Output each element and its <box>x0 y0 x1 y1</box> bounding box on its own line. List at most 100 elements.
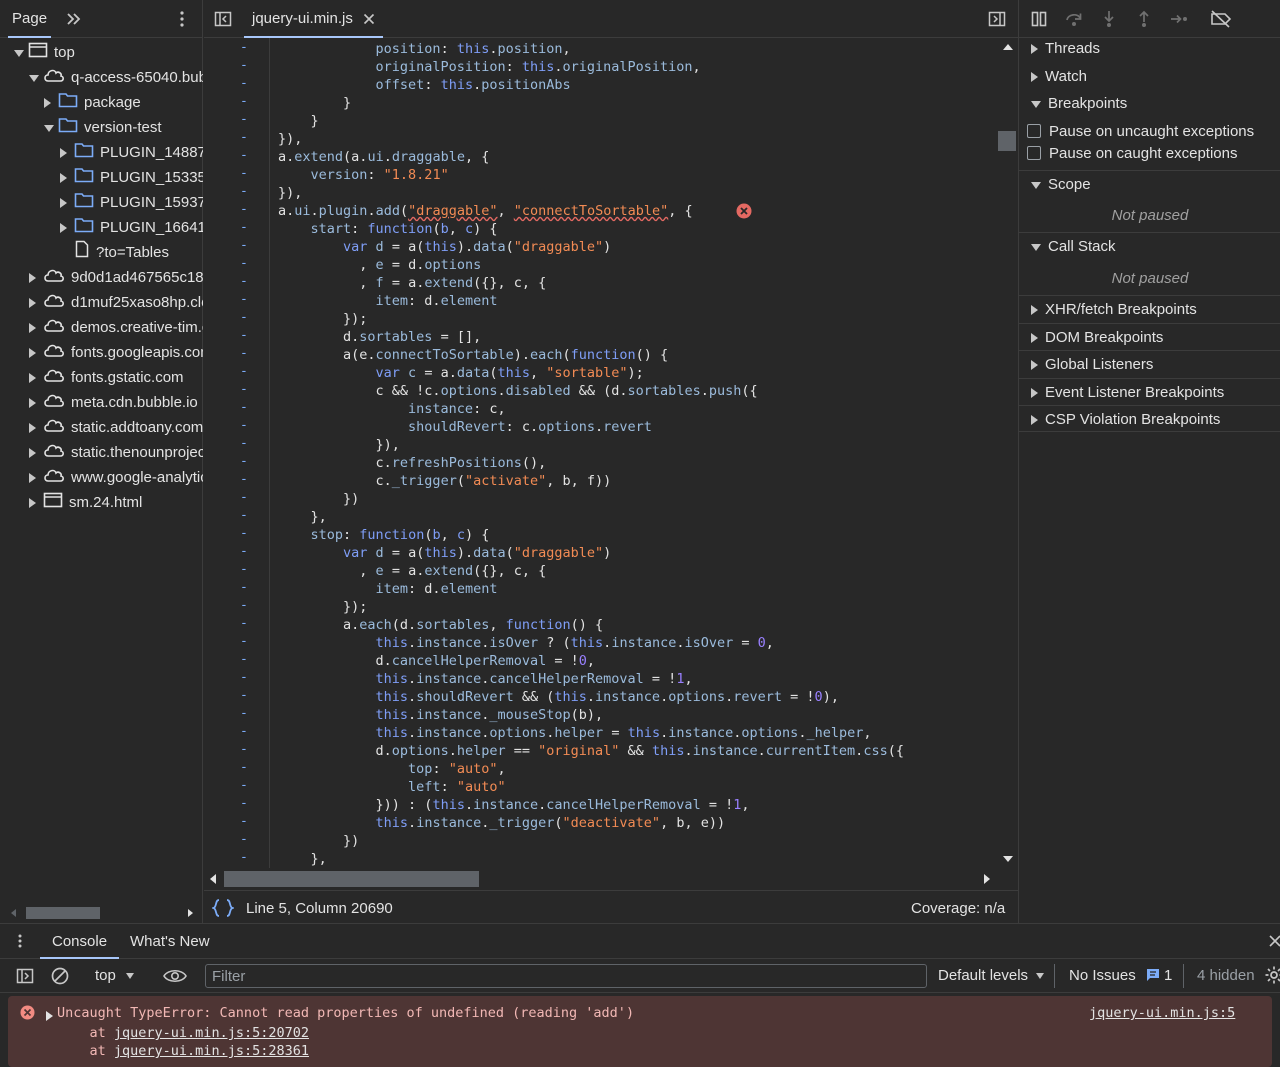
section-threads[interactable]: Threads <box>1019 35 1280 62</box>
line-number[interactable]: - <box>240 130 252 145</box>
line-number[interactable]: - <box>240 562 252 577</box>
close-drawer-icon[interactable] <box>1268 934 1280 948</box>
section-breakpoints[interactable]: Breakpoints <box>1019 90 1280 117</box>
line-number[interactable]: - <box>240 58 252 73</box>
line-number[interactable]: - <box>240 796 252 811</box>
expand-error-arrow-icon[interactable] <box>46 1008 53 1024</box>
error-marker-icon[interactable] <box>736 203 752 219</box>
tree-item[interactable]: PLUGIN_159370 <box>0 190 203 215</box>
line-number[interactable]: - <box>240 310 252 325</box>
line-number[interactable]: - <box>240 184 252 199</box>
line-number[interactable]: - <box>240 328 252 343</box>
toggle-debugger-icon[interactable] <box>987 9 1007 29</box>
tree-item[interactable]: static.addtoany.com <box>0 415 203 440</box>
tree-item[interactable]: PLUGIN_166416 <box>0 215 203 240</box>
line-number[interactable]: - <box>240 724 252 739</box>
editor-vertical-scrollbar[interactable] <box>998 38 1018 868</box>
console-filter-input[interactable]: Filter <box>205 964 927 988</box>
expand-arrow-icon[interactable] <box>29 340 43 365</box>
toggle-navigator-icon[interactable] <box>213 9 233 29</box>
section-csp-violation-breakpoints[interactable]: CSP Violation Breakpoints <box>1019 405 1280 432</box>
line-number[interactable]: - <box>240 580 252 595</box>
pause-caught-checkbox[interactable]: Pause on caught exceptions <box>1027 143 1237 165</box>
collapse-arrow-icon[interactable] <box>44 115 58 140</box>
expand-arrow-icon[interactable] <box>60 190 74 215</box>
tree-item[interactable]: PLUGIN_153356 <box>0 165 203 190</box>
tree-item[interactable]: q-access-65040.bubbleapps.io <box>0 65 203 90</box>
tree-item[interactable]: PLUGIN_148879 <box>0 140 203 165</box>
tree-item[interactable]: static.thenounproject.com <box>0 440 203 465</box>
step-out-icon[interactable] <box>1134 9 1154 29</box>
code-editor[interactable]: - - - - - - - - - - - - - - - - - - - - - - - - - - - - - - - - - - - - - - - -… <box>204 38 998 868</box>
collapse-arrow-icon[interactable] <box>29 65 43 90</box>
line-number[interactable]: - <box>240 850 252 865</box>
line-number[interactable]: - <box>240 652 252 667</box>
line-number[interactable]: - <box>240 418 252 433</box>
error-source-link[interactable]: jquery-ui.min.js:5 <box>1089 1005 1235 1021</box>
line-number[interactable]: - <box>240 598 252 613</box>
pretty-print-icon[interactable] <box>210 898 236 918</box>
log-levels-dropdown[interactable]: Default levels <box>938 967 1045 984</box>
section-scope[interactable]: Scope <box>1019 170 1280 197</box>
step-into-icon[interactable] <box>1099 9 1119 29</box>
pause-uncaught-checkbox[interactable]: Pause on uncaught exceptions <box>1027 121 1254 143</box>
line-number[interactable]: - <box>240 166 252 181</box>
tab-page[interactable]: Page <box>8 0 52 38</box>
line-number[interactable]: - <box>240 814 252 829</box>
line-number[interactable]: - <box>240 364 252 379</box>
tree-item[interactable]: 9d0d1ad467565c18 <box>0 265 203 290</box>
line-number[interactable]: - <box>240 346 252 361</box>
console-sidebar-icon[interactable] <box>15 966 35 986</box>
expand-arrow-icon[interactable] <box>29 490 43 515</box>
line-number[interactable]: - <box>240 76 252 91</box>
tree-item[interactable]: meta.cdn.bubble.io <box>0 390 203 415</box>
editor-horizontal-scrollbar[interactable] <box>204 868 998 890</box>
tab-whats-new[interactable]: What's New <box>130 924 210 959</box>
line-number[interactable]: - <box>240 274 252 289</box>
section-dom-breakpoints[interactable]: DOM Breakpoints <box>1019 323 1280 350</box>
line-number[interactable]: - <box>240 778 252 793</box>
line-number[interactable]: - <box>240 688 252 703</box>
navigator-horizontal-scrollbar[interactable] <box>0 904 203 922</box>
line-number[interactable]: - <box>240 742 252 757</box>
expand-arrow-icon[interactable] <box>29 365 43 390</box>
drawer-menu-icon[interactable] <box>12 933 28 949</box>
expand-arrow-icon[interactable] <box>29 265 43 290</box>
tree-item[interactable]: ?to=Tables <box>0 240 203 265</box>
line-number[interactable]: - <box>240 706 252 721</box>
line-number[interactable]: - <box>240 94 252 109</box>
line-number[interactable]: - <box>240 112 252 127</box>
pause-resume-icon[interactable] <box>1029 9 1049 29</box>
deactivate-breakpoints-icon[interactable] <box>1209 9 1233 29</box>
step-icon[interactable] <box>1169 9 1189 29</box>
section-watch[interactable]: Watch <box>1019 63 1280 90</box>
line-gutter[interactable]: - - - - - - - - - - - - - - - - - - - - - - - - - - - - - - - - - - - - - - - -… <box>204 38 270 868</box>
line-number[interactable]: - <box>240 634 252 649</box>
line-number[interactable]: - <box>240 526 252 541</box>
stack-frame-2-link[interactable]: jquery-ui.min.js:5:28361 <box>114 1043 309 1059</box>
expand-arrow-icon[interactable] <box>60 165 74 190</box>
section-global-listeners[interactable]: Global Listeners <box>1019 350 1280 377</box>
tree-item[interactable]: fonts.gstatic.com <box>0 365 203 390</box>
tree-item[interactable]: demos.creative-tim.com <box>0 315 203 340</box>
checkbox-icon[interactable] <box>1027 146 1041 160</box>
section-event-listener-breakpoints[interactable]: Event Listener Breakpoints <box>1019 378 1280 405</box>
collapse-arrow-icon[interactable] <box>14 40 28 65</box>
line-number[interactable]: - <box>240 148 252 163</box>
line-number[interactable]: - <box>240 454 252 469</box>
checkbox-icon[interactable] <box>1027 124 1041 138</box>
expand-arrow-icon[interactable] <box>29 415 43 440</box>
tab-jquery-ui-min-js[interactable]: jquery-ui.min.js <box>244 0 384 38</box>
expand-arrow-icon[interactable] <box>29 440 43 465</box>
expand-arrow-icon[interactable] <box>44 90 58 115</box>
line-number[interactable]: - <box>240 490 252 505</box>
line-number[interactable]: - <box>240 238 252 253</box>
line-number[interactable]: - <box>240 220 252 235</box>
section-call-stack[interactable]: Call Stack <box>1019 232 1280 259</box>
line-number[interactable]: - <box>240 292 252 307</box>
console-error-message[interactable]: Uncaught TypeError: Cannot read properti… <box>8 996 1272 1067</box>
expand-arrow-icon[interactable] <box>29 315 43 340</box>
tree-item[interactable]: www.google-analytics.com <box>0 465 203 490</box>
kebab-menu-icon[interactable] <box>172 9 192 29</box>
tree-item[interactable]: fonts.googleapis.com <box>0 340 203 365</box>
